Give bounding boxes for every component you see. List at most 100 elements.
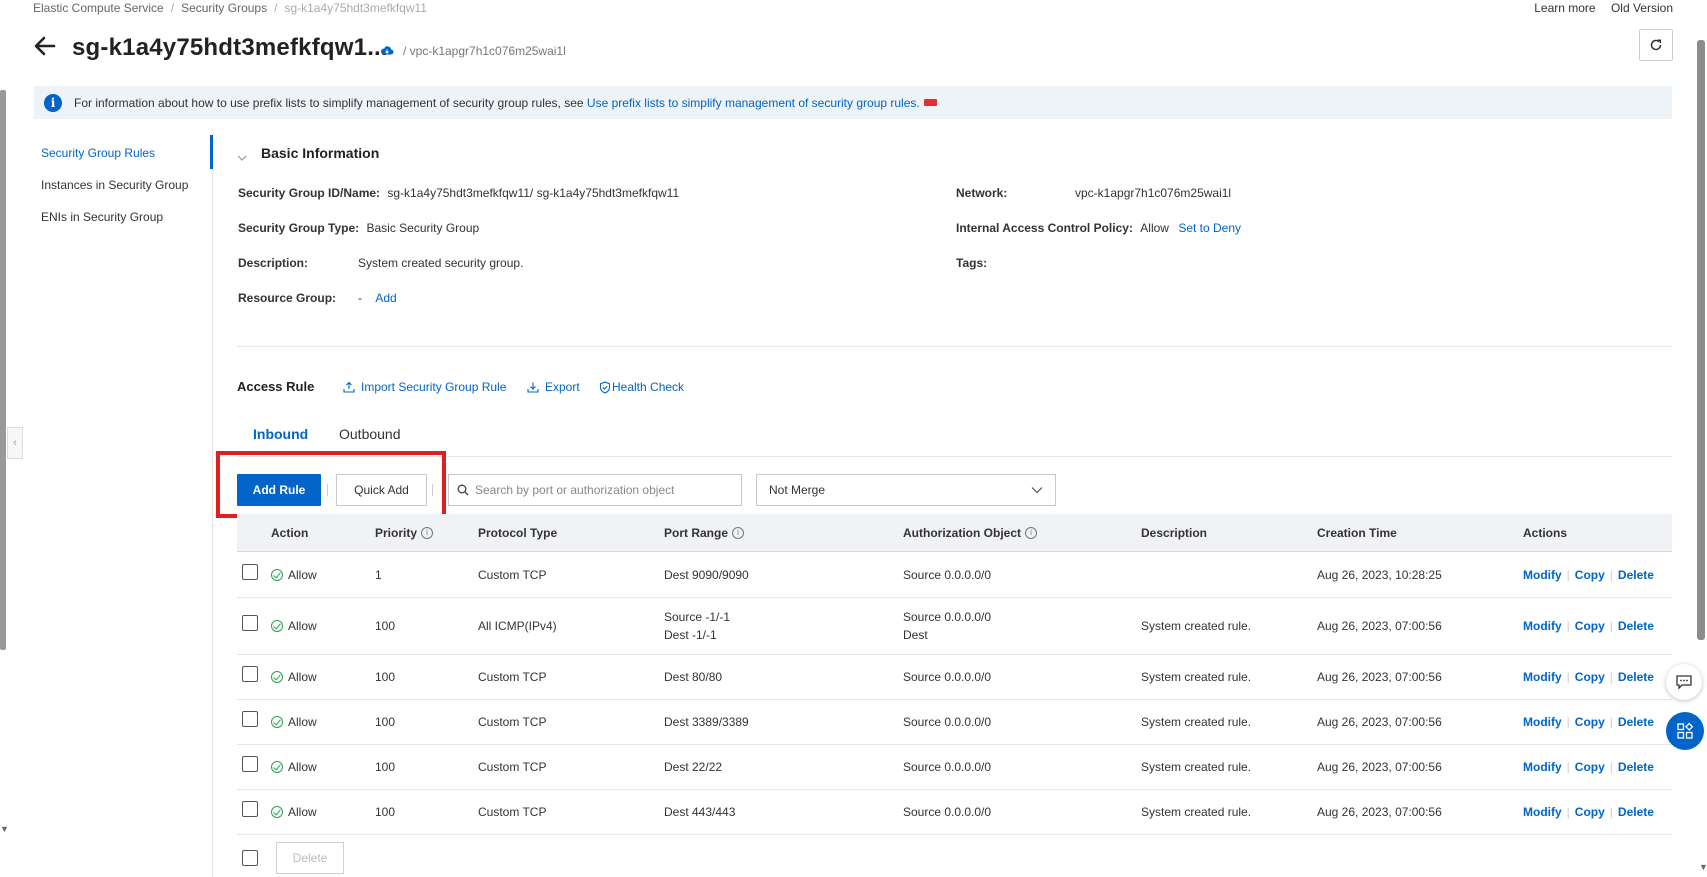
tags-row: Tags:	[956, 256, 988, 270]
copy-link[interactable]: Copy	[1575, 670, 1605, 684]
refresh-icon	[1650, 39, 1662, 51]
copy-link[interactable]: Copy	[1575, 805, 1605, 819]
row-priority: 100	[375, 669, 396, 684]
scroll-down-arrow-icon[interactable]: ▼	[0, 824, 9, 834]
notice-link[interactable]: Use prefix lists to simplify management …	[587, 96, 920, 110]
breadcrumb-ecs[interactable]: Elastic Compute Service	[33, 1, 164, 15]
row-protocol: Custom TCP	[478, 759, 547, 774]
old-version-link[interactable]: Old Version	[1611, 1, 1673, 15]
action-separator: |	[1566, 714, 1570, 729]
row-created: Aug 26, 2023, 07:00:56	[1317, 714, 1442, 729]
export-button[interactable]: Export	[527, 380, 580, 394]
refresh-button[interactable]	[1639, 29, 1673, 61]
row-priority: 100	[375, 714, 396, 729]
info-icon: i	[44, 93, 62, 112]
row-divider	[237, 834, 1672, 835]
merge-select[interactable]: Not Merge	[756, 474, 1056, 506]
network-value[interactable]: vpc-k1apgr7h1c076m25wai1l	[1075, 186, 1231, 200]
right-scrollbar[interactable]	[1697, 40, 1705, 640]
search-box[interactable]	[448, 474, 742, 506]
delete-link[interactable]: Delete	[1618, 805, 1654, 819]
check-circle-icon	[271, 568, 283, 581]
top-links: Learn more Old Version	[1522, 1, 1673, 15]
check-circle-icon	[271, 619, 283, 632]
delete-link[interactable]: Delete	[1618, 715, 1654, 729]
left-scrollbar[interactable]	[0, 90, 6, 650]
help-icon[interactable]: i	[421, 527, 434, 539]
resource-group-row: Resource Group:	[238, 291, 337, 305]
row-checkbox[interactable]	[242, 614, 258, 631]
select-all-checkbox[interactable]	[242, 850, 258, 866]
action-separator: |	[1566, 759, 1570, 774]
delete-link[interactable]: Delete	[1618, 760, 1654, 774]
scroll-down-arrow-icon[interactable]: ▼	[1699, 862, 1707, 872]
action-separator: |	[1609, 618, 1613, 633]
row-action: Allow	[271, 617, 317, 635]
row-checkbox[interactable]	[242, 800, 258, 817]
delete-link[interactable]: Delete	[1618, 568, 1654, 582]
cloud-icon[interactable]	[380, 44, 394, 56]
col-port: Port Range i	[664, 526, 745, 540]
row-auth: Source 0.0.0.0/0	[903, 567, 992, 582]
row-checkbox[interactable]	[242, 710, 258, 727]
modify-link[interactable]: Modify	[1523, 619, 1562, 633]
row-description: System created rule.	[1141, 669, 1252, 684]
chevron-down-icon[interactable]	[237, 150, 247, 161]
copy-link[interactable]: Copy	[1575, 568, 1605, 582]
chevron-down-icon	[1031, 487, 1043, 494]
modify-link[interactable]: Modify	[1523, 715, 1562, 729]
delete-link[interactable]: Delete	[1618, 619, 1654, 633]
breadcrumb-separator: /	[274, 1, 278, 15]
row-checkbox[interactable]	[242, 755, 258, 772]
feedback-button[interactable]	[1666, 664, 1702, 700]
row-checkbox[interactable]	[242, 563, 258, 580]
copy-link[interactable]: Copy	[1575, 760, 1605, 774]
row-action: Allow	[271, 713, 317, 731]
learn-more-link[interactable]: Learn more	[1534, 1, 1595, 15]
action-separator: |	[1566, 804, 1570, 819]
resource-group-add-link[interactable]: Add	[375, 291, 396, 305]
table-row	[237, 597, 1672, 654]
modify-link[interactable]: Modify	[1523, 568, 1562, 582]
modify-link[interactable]: Modify	[1523, 670, 1562, 684]
action-separator: |	[1609, 804, 1613, 819]
row-protocol: Custom TCP	[478, 804, 547, 819]
delete-link[interactable]: Delete	[1618, 670, 1654, 684]
modify-link[interactable]: Modify	[1523, 805, 1562, 819]
access-rule-title: Access Rule	[237, 379, 315, 394]
search-input[interactable]	[475, 483, 725, 497]
help-icon[interactable]: i	[732, 527, 745, 539]
apps-button[interactable]	[1666, 712, 1704, 750]
row-checkbox[interactable]	[242, 665, 258, 682]
modify-link[interactable]: Modify	[1523, 760, 1562, 774]
col-auth: Authorization Object i	[903, 526, 1037, 540]
description-row: Description:	[238, 256, 309, 270]
breadcrumb-security-groups[interactable]: Security Groups	[181, 1, 267, 15]
row-description: System created rule.	[1141, 714, 1252, 729]
batch-delete-button[interactable]: Delete	[276, 842, 344, 874]
tabs-divider	[237, 456, 1672, 457]
vpc-crumb[interactable]: / vpc-k1apgr7h1c076m25wai1l	[403, 44, 566, 58]
back-arrow-icon[interactable]	[32, 33, 60, 61]
col-description: Description	[1141, 526, 1208, 540]
sidebar-item-enis[interactable]: ENIs in Security Group	[34, 201, 214, 233]
set-to-deny-link[interactable]: Set to Deny	[1178, 221, 1241, 235]
health-check-button[interactable]: Health Check	[599, 380, 684, 394]
tab-outbound[interactable]: Outbound	[339, 426, 401, 442]
import-rule-button[interactable]: Import Security Group Rule	[343, 380, 506, 394]
apps-grid-icon	[1677, 722, 1694, 739]
copy-link[interactable]: Copy	[1575, 715, 1605, 729]
help-icon[interactable]: i	[1025, 527, 1037, 539]
copy-link[interactable]: Copy	[1575, 619, 1605, 633]
side-nav-active-indicator	[210, 135, 213, 169]
collapse-sidebar-button[interactable]: ‹	[7, 427, 23, 459]
action-separator: |	[1609, 759, 1613, 774]
col-protocol: Protocol Type	[478, 526, 558, 540]
health-check-label: Health Check	[612, 380, 685, 394]
sidebar-item-security-group-rules[interactable]: Security Group Rules	[34, 137, 214, 169]
row-priority: 100	[375, 618, 396, 633]
tab-inbound[interactable]: Inbound	[253, 426, 308, 442]
row-actions: Modify | Copy | Delete	[1523, 758, 1654, 776]
sidebar-item-instances[interactable]: Instances in Security Group	[34, 169, 214, 201]
row-action: Allow	[271, 803, 317, 821]
